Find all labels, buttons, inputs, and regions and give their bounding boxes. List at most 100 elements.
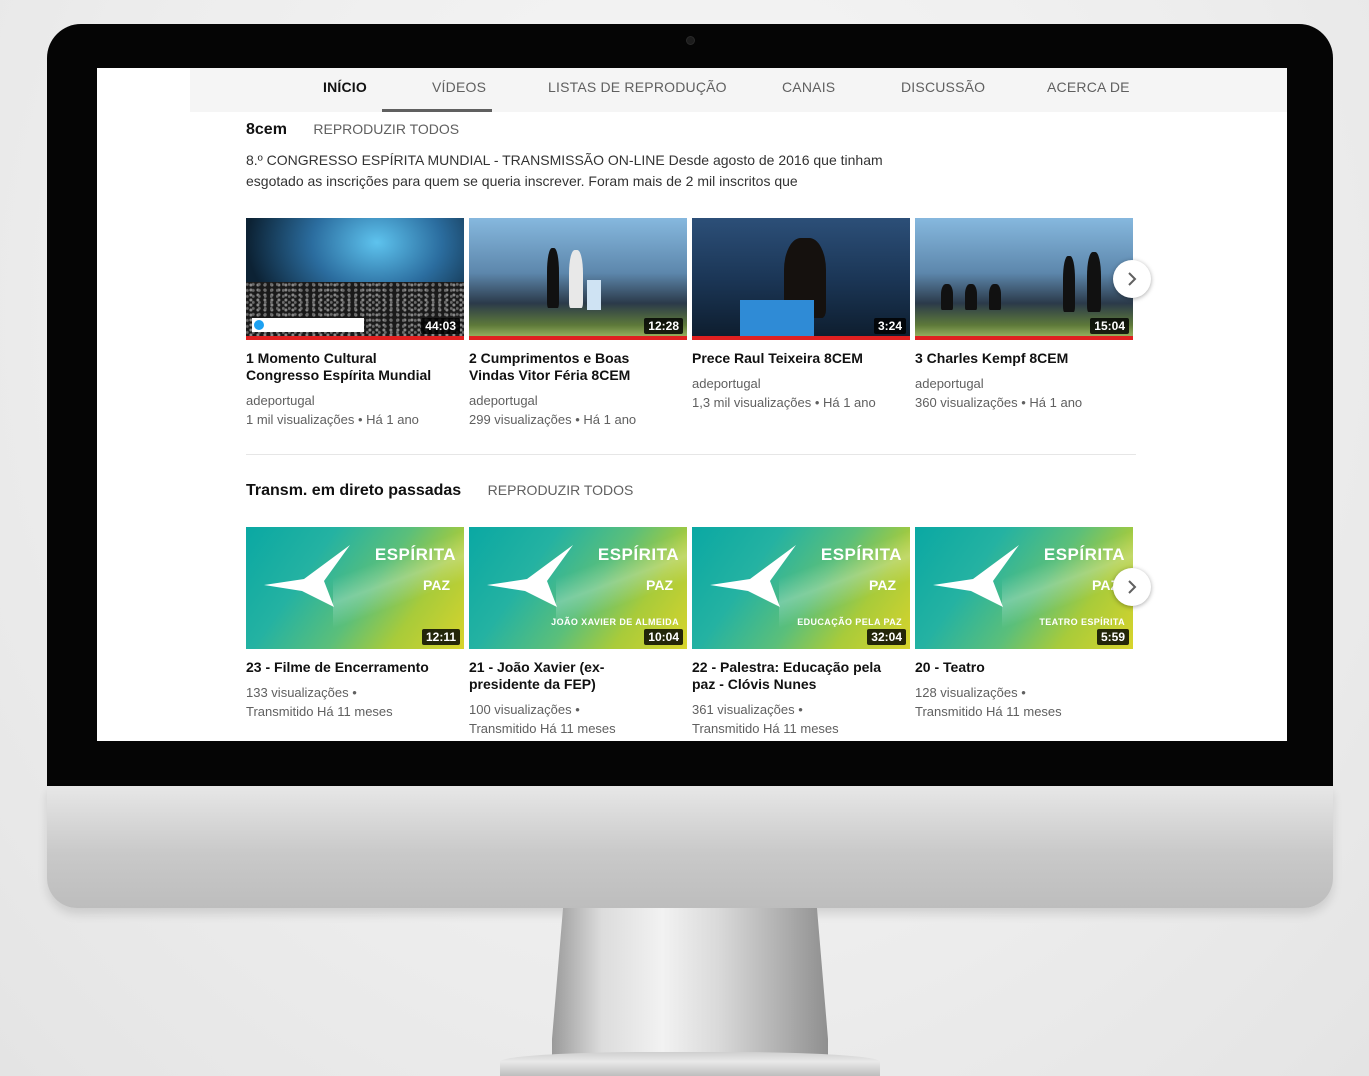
play-all-button[interactable]: REPRODUZIR TODOS [313,121,459,137]
video-stats: 361 visualizações • [692,702,803,717]
video-duration: 3:24 [873,318,906,334]
speaker-figure [547,248,559,308]
video-title-line: 3 Charles Kempf 8CEM [915,350,1069,366]
speaker-figure [941,284,953,310]
screen: INÍCIO VÍDEOS LISTAS DE REPRODUÇÃO CANAI… [97,68,1287,741]
video-title-line: 2 Cumprimentos e Boas [469,350,630,366]
speaker-figure [989,284,1001,310]
speaker-figure [569,250,583,308]
video-meta: adeportugal 1,3 mil visualizações • Há 1… [692,374,907,412]
video-title[interactable]: 2 Cumprimentos e Boas Vindas Vitor Féria… [469,350,679,384]
thumbnail-caption: JOÃO XAVIER DE ALMEIDA [551,617,679,627]
channel-name[interactable]: adeportugal [692,374,907,393]
monitor-stand-base [500,1052,880,1076]
video-thumbnail[interactable]: 44:03 [246,218,464,340]
video-thumbnail[interactable]: ESPÍRITA PAZ 12:11 [246,527,464,649]
thumbnail-caption: EDUCAÇÃO PELA PAZ [797,617,902,627]
thumbnail-caption: TEATRO ESPÍRITA [1039,617,1125,627]
video-title-line: presidente da FEP) [469,676,596,692]
tab-discussion[interactable]: DISCUSSÃO [901,79,985,95]
shelf-header-live: Transm. em direto passadas REPRODUZIR TO… [246,482,633,500]
shelf-next-button[interactable] [1113,568,1151,606]
monitor-chin [47,786,1333,908]
thumbnail-brand: ESPÍRITA [597,545,679,564]
video-duration: 32:04 [867,629,906,645]
video-thumbnail[interactable]: ESPÍRITA PAZ TEATRO ESPÍRITA 5:59 [915,527,1133,649]
description-line: esgotado as inscrições para quem se quer… [246,173,798,189]
video-duration: 44:03 [421,318,460,334]
video-meta: 361 visualizações • Transmitido Há 11 me… [692,700,907,738]
video-title[interactable]: 3 Charles Kempf 8CEM [915,350,1125,367]
video-title[interactable]: 21 - João Xavier (ex- presidente da FEP) [469,659,679,693]
video-meta: adeportugal 360 visualizações • Há 1 ano [915,374,1130,412]
video-streamed-date: Transmitido Há 11 meses [692,721,839,736]
video-title-line: 20 - Teatro [915,659,985,675]
video-streamed-date: Transmitido Há 11 meses [246,704,393,719]
chevron-right-icon [1128,272,1137,286]
thumbnail-subbrand: PAZ [869,577,896,593]
video-thumbnail[interactable]: ESPÍRITA PAZ EDUCAÇÃO PELA PAZ 32:04 [692,527,910,649]
video-thumbnail[interactable]: 15:04 [915,218,1133,340]
tab-channels[interactable]: CANAIS [782,79,835,95]
channel-name[interactable]: adeportugal [246,391,461,410]
tab-about[interactable]: ACERCA DE [1047,79,1130,95]
dove-icon [487,545,573,607]
video-stats: 128 visualizações • [915,685,1026,700]
video-title-line: Congresso Espírita Mundial [246,367,432,383]
video-title-line: 1 Momento Cultural [246,350,377,366]
video-title[interactable]: 20 - Teatro [915,659,1125,676]
channel-name[interactable]: adeportugal [469,391,684,410]
tab-playlists[interactable]: LISTAS DE REPRODUÇÃO [548,79,727,95]
video-title[interactable]: 22 - Palestra: Educação pela paz - Clóvi… [692,659,902,693]
lectern [740,300,814,336]
tab-inicio[interactable]: INÍCIO [323,79,367,95]
video-stats: 360 visualizações • Há 1 ano [915,395,1083,410]
play-all-button[interactable]: REPRODUZIR TODOS [488,482,634,498]
description-line: 8.º CONGRESSO ESPÍRITA MUNDIAL - TRANSMI… [246,152,883,168]
video-stats: 100 visualizações • [469,702,580,717]
video-meta: 133 visualizações • Transmitido Há 11 me… [246,683,461,721]
video-thumbnail[interactable]: 3:24 [692,218,910,340]
video-meta: 100 visualizações • Transmitido Há 11 me… [469,700,684,738]
video-streamed-date: Transmitido Há 11 meses [915,704,1062,719]
video-title[interactable]: Prece Raul Teixeira 8CEM [692,350,902,367]
watched-progress-bar [469,336,687,340]
video-meta: adeportugal 1 mil visualizações • Há 1 a… [246,391,461,429]
watched-progress-bar [915,336,1133,340]
shelf-title[interactable]: 8cem [246,121,287,138]
video-title-line: 21 - João Xavier (ex- [469,659,605,675]
camera-icon [686,36,695,45]
video-thumbnail[interactable]: ESPÍRITA PAZ JOÃO XAVIER DE ALMEIDA 10:0… [469,527,687,649]
video-duration: 12:11 [421,629,460,645]
shelf-description: 8.º CONGRESSO ESPÍRITA MUNDIAL - TRANSMI… [246,150,906,192]
video-title[interactable]: 1 Momento Cultural Congresso Espírita Mu… [246,350,456,384]
channel-name[interactable]: adeportugal [915,374,1130,393]
video-title-line: 22 - Palestra: Educação pela [692,659,882,675]
shelf-next-button[interactable] [1113,260,1151,298]
shelf-title[interactable]: Transm. em direto passadas [246,482,461,499]
speaker-figure [1087,252,1101,312]
tab-videos[interactable]: VÍDEOS [432,79,486,95]
shelf-divider [246,454,1136,455]
video-meta: adeportugal 299 visualizações • Há 1 ano [469,391,684,429]
overlay-banner [252,318,364,332]
video-duration: 15:04 [1090,318,1129,334]
video-duration: 12:28 [644,318,683,334]
thumbnail-brand: ESPÍRITA [1043,545,1125,564]
video-title-line: Vindas Vitor Féria 8CEM [469,367,631,383]
video-thumbnail[interactable]: 12:28 [469,218,687,340]
video-duration: 5:59 [1096,629,1129,645]
video-title-line: 23 - Filme de Encerramento [246,659,429,675]
monitor-stand [552,908,828,1076]
lectern [587,280,601,310]
video-title[interactable]: 23 - Filme de Encerramento [246,659,456,676]
video-stats: 299 visualizações • Há 1 ano [469,412,637,427]
dove-icon [264,545,350,607]
thumbnail-subbrand: PAZ [646,577,673,593]
video-stats: 1 mil visualizações • Há 1 ano [246,412,419,427]
speaker-figure [1063,256,1075,312]
channel-tab-bar: INÍCIO VÍDEOS LISTAS DE REPRODUÇÃO CANAI… [190,68,1287,112]
thumbnail-subbrand: PAZ [423,577,450,593]
shelf-header-8cem: 8cem REPRODUZIR TODOS [246,121,459,139]
chevron-right-icon [1128,580,1137,594]
